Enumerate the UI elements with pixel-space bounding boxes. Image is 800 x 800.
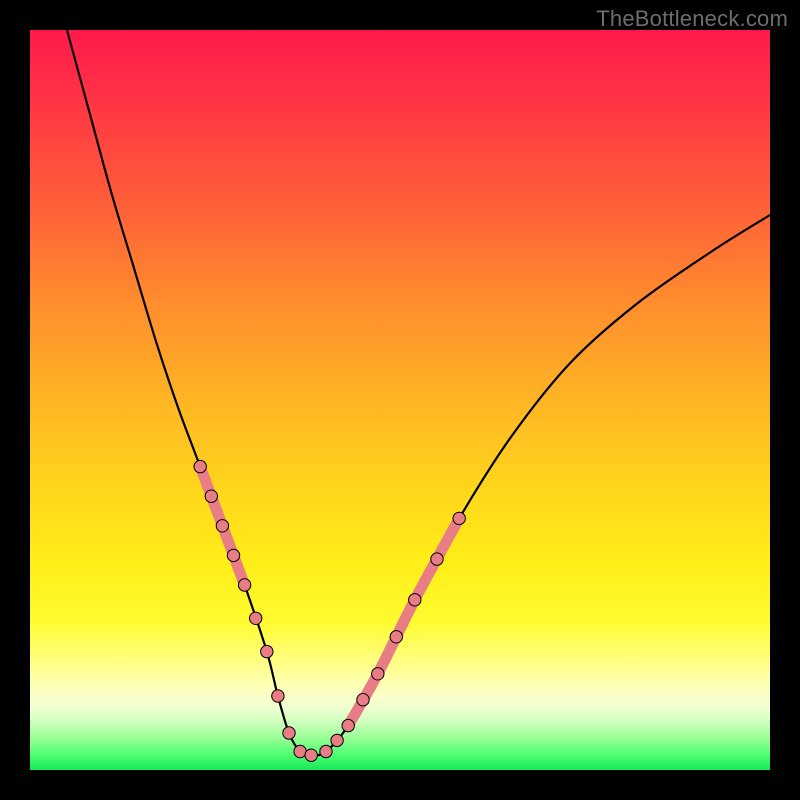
watermark-text: TheBottleneck.com (596, 6, 788, 32)
highlight-points (194, 460, 465, 761)
highlight-point (390, 631, 402, 643)
highlight-point (272, 690, 284, 702)
highlight-point (216, 520, 228, 532)
chart-svg (30, 30, 770, 770)
highlight-point (357, 694, 369, 706)
highlight-point (320, 745, 332, 757)
curve-group (67, 30, 770, 761)
highlight-point (227, 549, 239, 561)
highlight-point (283, 727, 295, 739)
highlight-point (453, 512, 465, 524)
highlight-point (342, 719, 354, 731)
highlight-point (409, 594, 421, 606)
highlight-point (372, 668, 384, 680)
highlight-point (305, 749, 317, 761)
bottleneck-curve (67, 30, 770, 755)
highlight-point (294, 745, 306, 757)
highlight-point (431, 553, 443, 565)
highlight-point (250, 612, 262, 624)
chart-frame: TheBottleneck.com (0, 0, 800, 800)
highlight-point (194, 460, 206, 472)
highlight-point (238, 579, 250, 591)
highlight-point (261, 645, 273, 657)
chart-plot-area (30, 30, 770, 770)
highlight-point (205, 490, 217, 502)
highlight-point (331, 734, 343, 746)
